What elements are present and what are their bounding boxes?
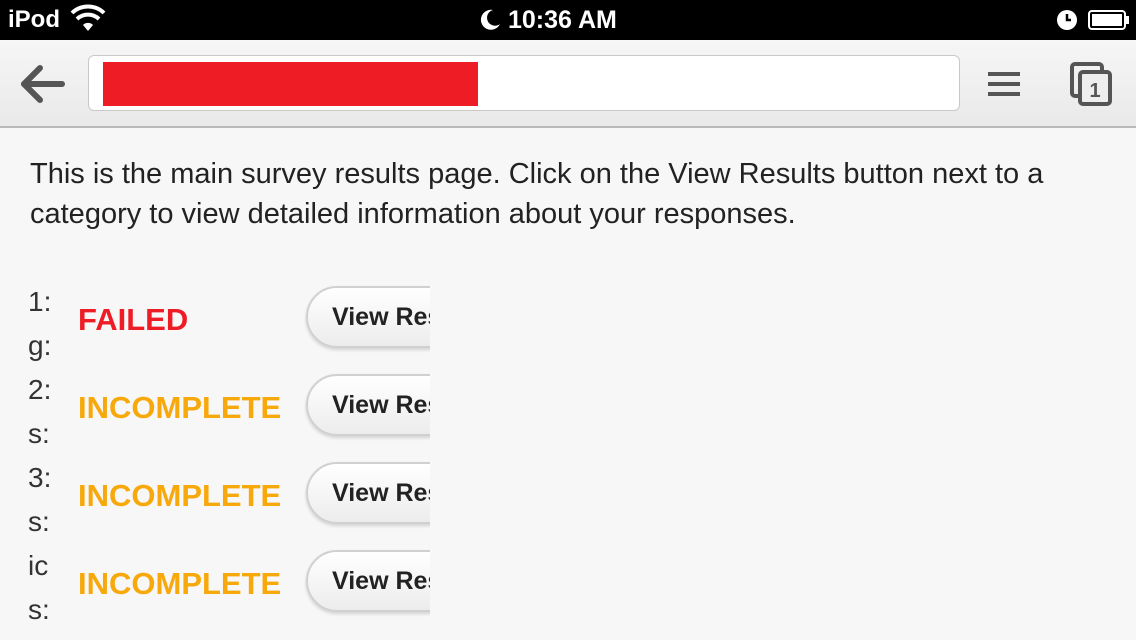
carrier-label: iPod (8, 6, 60, 33)
result-row: ic s: INCOMPLETE View Results (0, 544, 440, 632)
page-content: This is the main survey results page. Cl… (0, 130, 1136, 640)
battery-icon (1088, 10, 1129, 30)
do-not-disturb-moon-icon (480, 9, 500, 30)
view-results-button[interactable]: View Results (306, 374, 430, 436)
category-label: 3: s: (28, 462, 52, 537)
status-bar: iPod 10:36 AM (0, 0, 1136, 40)
category-label: 1: g: (28, 286, 52, 361)
view-results-clip: View Results (300, 456, 430, 544)
browser-toolbar: 1 (0, 40, 1136, 128)
category-label: ic s: (28, 550, 50, 625)
result-row: 3: s: INCOMPLETE View Results (0, 456, 440, 544)
status-incomplete: INCOMPLETE (78, 390, 282, 425)
status-incomplete: INCOMPLETE (78, 566, 282, 601)
view-results-button[interactable]: View Results (306, 462, 430, 524)
view-results-button[interactable]: View Results (306, 550, 430, 612)
status-time: 10:36 AM (508, 6, 617, 34)
view-results-clip: View Results (300, 544, 430, 632)
result-row: 1: g: FAILED View Results (0, 280, 440, 368)
wifi-icon (70, 4, 106, 31)
intro-text: This is the main survey results page. Cl… (30, 158, 1044, 230)
alarm-clock-icon (1057, 10, 1077, 30)
category-label: 2: s: (28, 374, 52, 449)
result-row: 2: s: INCOMPLETE View Results (0, 368, 440, 456)
url-bar[interactable] (88, 55, 960, 111)
tab-switcher-button[interactable]: 1 (1066, 60, 1116, 108)
redacted-url (103, 62, 478, 106)
status-failed: FAILED (78, 302, 189, 337)
tabs-icon: 1 (1070, 62, 1112, 106)
tab-count: 1 (1089, 80, 1100, 102)
view-results-clip: View Results (300, 280, 430, 368)
menu-icon[interactable] (984, 66, 1024, 102)
status-incomplete: INCOMPLETE (78, 478, 282, 513)
back-arrow-icon[interactable] (18, 62, 68, 106)
view-results-button[interactable]: View Results (306, 286, 430, 348)
view-results-clip: View Results (300, 368, 430, 456)
